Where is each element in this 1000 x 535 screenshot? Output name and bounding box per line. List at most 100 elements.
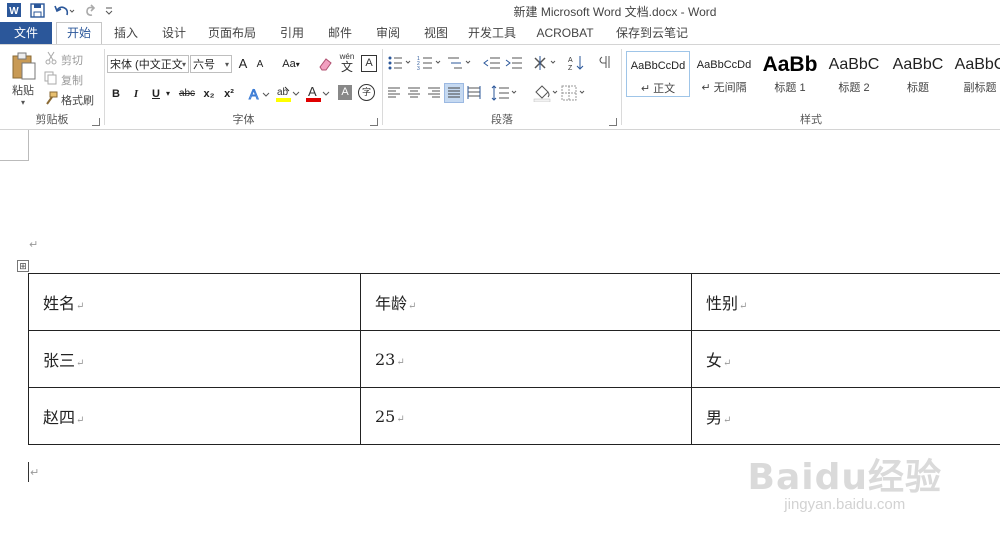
phonetic-guide-button[interactable]: wén 文 [339, 52, 355, 73]
table-cell[interactable]: 年龄↵ [360, 273, 692, 331]
font-launcher-icon[interactable] [370, 118, 378, 126]
table-row: 姓名↵ 年龄↵ 性别↵ [28, 273, 1000, 331]
format-painter-label: 格式刷 [61, 94, 94, 107]
table-cell[interactable]: 姓名↵ [28, 273, 361, 331]
style-normal[interactable]: AaBbCcDd ↵ 正文 [626, 51, 690, 97]
paintbrush-icon [44, 91, 58, 108]
multilevel-list-button[interactable] [447, 55, 473, 74]
cell-end-mark: ↵ [723, 358, 732, 369]
text-effects-button[interactable]: A [248, 85, 272, 106]
clear-formatting-button[interactable] [317, 56, 333, 75]
change-case-button[interactable]: Aa▾ [280, 55, 302, 73]
font-size-combo[interactable]: 六号 ▾ [190, 55, 232, 73]
numbering-icon: 123 [417, 56, 441, 72]
style-title[interactable]: AaBbC 标题 [886, 51, 950, 97]
distributed-button[interactable] [467, 86, 481, 103]
underline-button[interactable]: U [149, 85, 163, 103]
enclose-characters-button[interactable]: 字 [358, 84, 375, 101]
format-painter-button[interactable]: 格式刷 [44, 91, 94, 108]
font-group-label: 字体 [232, 114, 255, 126]
table-cell[interactable]: 女↵ [691, 330, 1000, 388]
style-sample: AaBbC [892, 56, 944, 73]
align-right-button[interactable] [427, 86, 441, 103]
tab-acrobat[interactable]: ACROBAT [532, 22, 598, 44]
strikethrough-button[interactable]: abc [177, 85, 197, 103]
ribbon: 粘贴 ▾ 剪切 复制 格式刷 剪贴板 宋体 (中文正文 ▾ 六号 ▾ A A Aa▾ [0, 44, 1000, 130]
ribbon-tabs: 文件 开始 插入 设计 页面布局 引用 邮件 审阅 视图 开发工具 ACROBA… [0, 22, 1000, 44]
grow-font-button[interactable]: A [236, 55, 250, 73]
copy-label: 复制 [61, 74, 83, 87]
svg-text:A: A [249, 86, 259, 102]
align-left-button[interactable] [387, 86, 401, 103]
tab-page-layout[interactable]: 页面布局 [204, 22, 260, 44]
font-name-value: 宋体 (中文正文 [110, 59, 183, 71]
table-cell[interactable]: 25↵ [360, 387, 692, 445]
borders-button[interactable] [561, 85, 589, 104]
shading-button[interactable] [533, 84, 561, 105]
tab-developer[interactable]: 开发工具 [464, 22, 520, 44]
table-cell[interactable]: 23↵ [360, 330, 692, 388]
copy-icon [44, 71, 58, 88]
increase-indent-button[interactable] [505, 55, 523, 74]
tab-references[interactable]: 引用 [272, 22, 312, 44]
paragraph-mark-icon: ↵ [640, 83, 654, 95]
style-subtitle[interactable]: AaBbC 副标题 [950, 51, 1000, 97]
tab-home[interactable]: 开始 [56, 22, 102, 44]
paragraph-mark: ↵ [30, 467, 40, 479]
paste-button[interactable]: 粘贴 ▾ [6, 51, 40, 113]
tab-view[interactable]: 视图 [416, 22, 456, 44]
style-no-spacing[interactable]: AaBbCcDd ↵ 无间隔 [692, 51, 756, 97]
style-name: 标题 2 [838, 82, 870, 94]
line-spacing-button[interactable] [491, 85, 519, 104]
title-bar: W 新建 Microsoft Word 文档.docx - Word [0, 0, 1000, 22]
paragraph-launcher-icon[interactable] [609, 118, 617, 126]
sort-button[interactable]: AZ [567, 54, 585, 75]
clipboard-group-label: 剪贴板 [35, 114, 69, 126]
tab-mailings[interactable]: 邮件 [320, 22, 360, 44]
underline-dropdown-icon[interactable]: ▾ [163, 85, 173, 103]
tab-file[interactable]: 文件 [0, 22, 52, 44]
decrease-indent-button[interactable] [483, 55, 501, 74]
table-cell[interactable]: 张三↵ [28, 330, 361, 388]
cell-end-mark: ↵ [76, 415, 85, 426]
table-cell[interactable]: 赵四↵ [28, 387, 361, 445]
align-center-button[interactable] [407, 86, 421, 103]
tab-review[interactable]: 审阅 [368, 22, 408, 44]
chinese-layout-button[interactable] [533, 55, 559, 74]
svg-text:A: A [568, 57, 573, 64]
style-name: 标题 [907, 82, 929, 94]
subscript-button[interactable]: x₂ [201, 85, 217, 103]
table-move-handle[interactable]: ⊞ [17, 260, 29, 272]
character-shading-button[interactable]: A [338, 85, 352, 100]
table-cell[interactable]: 性别↵ [691, 273, 1000, 331]
character-border-button[interactable]: A [361, 55, 377, 72]
font-color-button[interactable]: A [305, 83, 331, 106]
font-name-combo[interactable]: 宋体 (中文正文 ▾ [107, 55, 189, 73]
bold-button[interactable]: B [109, 85, 123, 103]
tab-insert[interactable]: 插入 [106, 22, 146, 44]
style-heading-1[interactable]: AaBb 标题 1 [758, 51, 822, 97]
table-cell[interactable]: 男↵ [691, 387, 1000, 445]
clipboard-launcher-icon[interactable] [92, 118, 100, 126]
align-left-icon [388, 87, 400, 98]
style-sample: AaBbC [828, 56, 880, 73]
style-name: 标题 1 [774, 82, 806, 94]
text-effects-icon: A [249, 86, 270, 103]
tab-design[interactable]: 设计 [154, 22, 194, 44]
paragraph-group: 123 AZ 段落 [383, 45, 621, 129]
justify-button[interactable] [444, 83, 464, 103]
style-heading-2[interactable]: AaBbC 标题 2 [822, 51, 886, 97]
shrink-font-button[interactable]: A [254, 56, 266, 74]
superscript-button[interactable]: x² [221, 85, 237, 103]
bullets-button[interactable] [387, 55, 413, 74]
show-formatting-marks-button[interactable] [597, 54, 613, 75]
copy-button[interactable]: 复制 [44, 71, 83, 88]
window-title: 新建 Microsoft Word 文档.docx - Word [513, 5, 717, 19]
cut-button[interactable]: 剪切 [44, 51, 83, 68]
borders-icon [561, 85, 585, 101]
multilevel-list-icon [448, 57, 471, 69]
italic-button[interactable]: I [129, 85, 143, 103]
tab-save-to-cloud-note[interactable]: 保存到云笔记 [610, 22, 694, 44]
highlight-color-button[interactable]: ab [275, 83, 301, 106]
numbering-button[interactable]: 123 [417, 55, 443, 74]
